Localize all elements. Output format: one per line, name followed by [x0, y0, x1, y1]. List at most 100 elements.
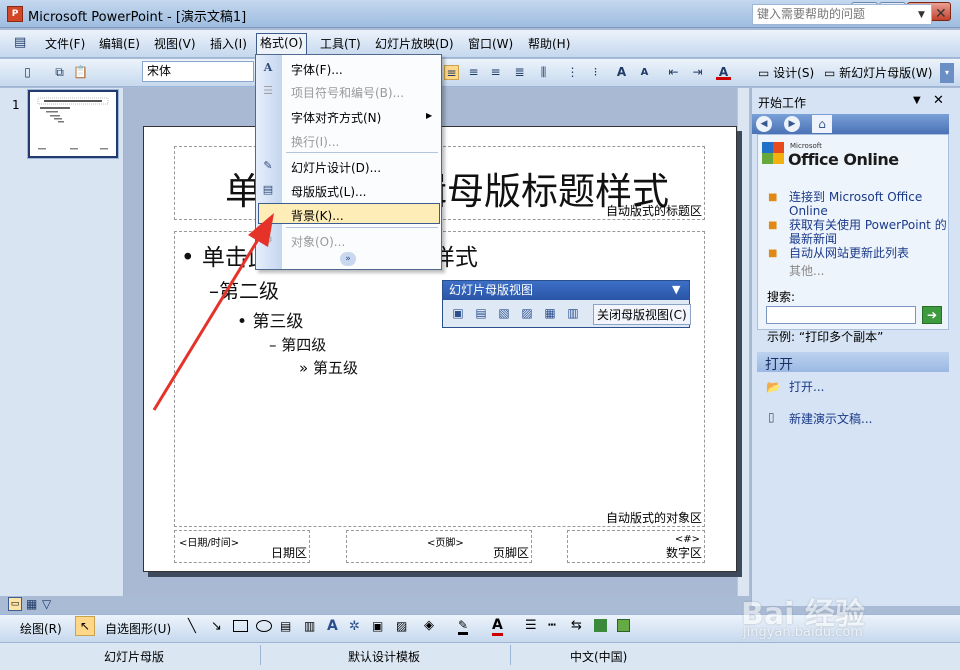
picture-icon[interactable]: ▨ — [396, 619, 407, 633]
autoshapes-menu-button[interactable]: 自选图形(U) — [105, 620, 171, 637]
menu-insert[interactable]: 插入(I) — [207, 35, 250, 55]
menu-item-object[interactable]: 对象(O)... — [291, 233, 345, 250]
footer-placeholder[interactable]: <页脚> 页脚区 — [346, 530, 532, 563]
rectangle-icon[interactable] — [233, 620, 248, 632]
search-go-icon[interactable]: ➔ — [922, 306, 942, 324]
menu-separator — [286, 227, 438, 228]
select-objects-icon[interactable]: ↖ — [75, 616, 95, 636]
grow-font-icon[interactable]: A — [614, 65, 629, 80]
close-icon[interactable]: ✕ — [935, 6, 947, 22]
task-pane-title[interactable]: 开始工作 — [758, 94, 806, 111]
shadow-style-icon[interactable] — [594, 619, 607, 632]
line-style-icon[interactable]: ☰ — [525, 618, 537, 633]
preserve-master-icon[interactable]: ▨ — [519, 305, 535, 321]
ellipse-icon[interactable] — [256, 620, 272, 632]
shrink-font-icon[interactable]: A — [637, 65, 652, 80]
increase-indent-icon[interactable]: ⇥ — [690, 65, 705, 80]
slide-sorter-view-icon[interactable]: ▦ — [26, 597, 37, 611]
bullets-icon[interactable]: ⁝ — [588, 65, 603, 80]
menu-item-font-alignment[interactable]: 字体对齐方式(N) — [291, 109, 381, 126]
double-chevron-down-icon[interactable]: » — [340, 252, 356, 266]
slide-master-toolbar-title[interactable]: 幻灯片母版视图 — [443, 281, 689, 300]
document-icon[interactable]: ▤ — [14, 35, 34, 53]
menu-help[interactable]: 帮助(H) — [525, 35, 573, 55]
menu-format[interactable]: 格式(O) — [256, 33, 307, 55]
vertical-textbox-icon[interactable]: ▥ — [304, 619, 315, 633]
menu-slideshow[interactable]: 幻灯片放映(D) — [372, 35, 457, 55]
menu-item-background[interactable]: 背景(K)... — [291, 207, 344, 224]
align-center-icon[interactable]: ≡ — [466, 65, 481, 80]
arrow-style-icon[interactable]: ⇆ — [571, 618, 582, 633]
insert-title-master-icon[interactable]: ▤ — [473, 305, 489, 321]
line-icon[interactable]: ╲ — [188, 619, 196, 634]
slide-thumbnail[interactable] — [27, 89, 119, 159]
font-color-icon[interactable]: A — [716, 65, 731, 80]
menu-item-line-break[interactable]: 换行(I)... — [291, 133, 339, 150]
open-link[interactable]: 打开... — [789, 380, 824, 394]
back-icon[interactable]: ◀ — [756, 116, 772, 132]
font-name-select[interactable]: 宋体 — [142, 61, 254, 82]
arrow-icon[interactable]: ↘ — [211, 619, 222, 634]
line-color-icon[interactable]: ✎ — [458, 618, 469, 635]
date-placeholder[interactable]: <日期/时间> 日期区 — [174, 530, 310, 563]
menu-view[interactable]: 视图(V) — [151, 35, 199, 55]
clipart-icon[interactable]: ▣ — [372, 619, 383, 633]
3d-style-icon[interactable] — [617, 619, 630, 632]
wordart-icon[interactable]: A — [327, 618, 338, 634]
numbering-icon[interactable]: ⋮ — [565, 65, 580, 80]
number-area-label: 数字区 — [665, 546, 702, 560]
align-right-icon[interactable]: ≡ — [488, 65, 503, 80]
menu-item-bullets[interactable]: 项目符号和编号(B)... — [291, 84, 404, 101]
new-master-button[interactable]: ▭ 新幻灯片母版(W) — [824, 64, 932, 81]
chevron-down-icon[interactable]: ▼ — [672, 283, 680, 296]
powerpoint-icon[interactable]: P — [7, 6, 23, 22]
decrease-indent-icon[interactable]: ⇤ — [666, 65, 681, 80]
menu-item-master-layout[interactable]: 母版版式(L)... — [291, 183, 367, 200]
number-placeholder[interactable]: <#> 数字区 — [567, 530, 705, 563]
new-document-icon[interactable]: ▯ — [20, 65, 35, 80]
menu-tools[interactable]: 工具(T) — [317, 35, 364, 55]
link-connect-office-online[interactable]: 连接到 Microsoft Office Online — [789, 190, 949, 218]
delete-master-icon[interactable]: ▧ — [496, 305, 512, 321]
help-search-input[interactable]: 键入需要帮助的问题 — [752, 4, 932, 25]
menu-window[interactable]: 窗口(W) — [465, 35, 516, 55]
watermark-url: jingyan.baidu.com — [743, 625, 863, 640]
forward-icon[interactable]: ▶ — [784, 116, 800, 132]
font-color-icon[interactable]: A — [492, 617, 503, 636]
status-language: 中文(中国) — [570, 650, 628, 664]
normal-view-icon[interactable]: ▭ — [8, 597, 22, 611]
paste-icon[interactable]: 📋 — [73, 65, 88, 80]
toolbar-options-icon[interactable]: ▾ — [940, 63, 954, 83]
chevron-down-icon[interactable]: ▼ — [918, 10, 925, 20]
design-button[interactable]: ▭ 设计(S) — [758, 64, 814, 81]
date-area-label: 日期区 — [270, 546, 307, 560]
justify-icon[interactable]: ≣ — [512, 65, 527, 80]
textbox-icon[interactable]: ▤ — [280, 619, 291, 633]
menu-item-font[interactable]: 字体(F)... — [291, 61, 343, 78]
dash-style-icon[interactable]: ┅ — [548, 618, 556, 633]
close-master-view-button[interactable]: 关闭母版视图(C) — [593, 304, 691, 325]
fill-color-icon[interactable]: ◈ — [424, 618, 434, 633]
slide-design-icon: ✎ — [263, 159, 273, 172]
menu-file[interactable]: 文件(F) — [42, 35, 88, 55]
rename-master-icon[interactable]: ▦ — [542, 305, 558, 321]
search-input[interactable] — [766, 306, 916, 324]
distribute-icon[interactable]: ⫼ — [536, 65, 551, 80]
home-icon[interactable]: ⌂ — [812, 115, 832, 133]
link-auto-update[interactable]: 自动从网站更新此列表 — [789, 246, 949, 260]
draw-menu-button[interactable]: 绘图(R) — [20, 620, 62, 637]
link-latest-news[interactable]: 获取有关使用 PowerPoint 的最新新闻 — [789, 218, 949, 246]
new-presentation-link[interactable]: 新建演示文稿... — [789, 412, 872, 426]
copy-icon[interactable]: ⧉ — [52, 65, 67, 80]
font-a-icon: A — [263, 61, 273, 74]
align-left-icon[interactable]: ≡ — [444, 65, 459, 80]
close-icon[interactable]: ✕ — [933, 93, 944, 108]
chevron-down-icon[interactable]: ▼ — [913, 95, 921, 106]
insert-master-icon[interactable]: ▣ — [450, 305, 466, 321]
diagram-icon[interactable]: ✲ — [349, 619, 360, 634]
menu-item-slide-design[interactable]: 幻灯片设计(D)... — [291, 159, 381, 176]
master-layout-icon[interactable]: ▥ — [565, 305, 581, 321]
slideshow-view-icon[interactable]: ▽ — [42, 597, 51, 611]
link-more[interactable]: 其他... — [789, 264, 824, 278]
menu-edit[interactable]: 编辑(E) — [96, 35, 143, 55]
